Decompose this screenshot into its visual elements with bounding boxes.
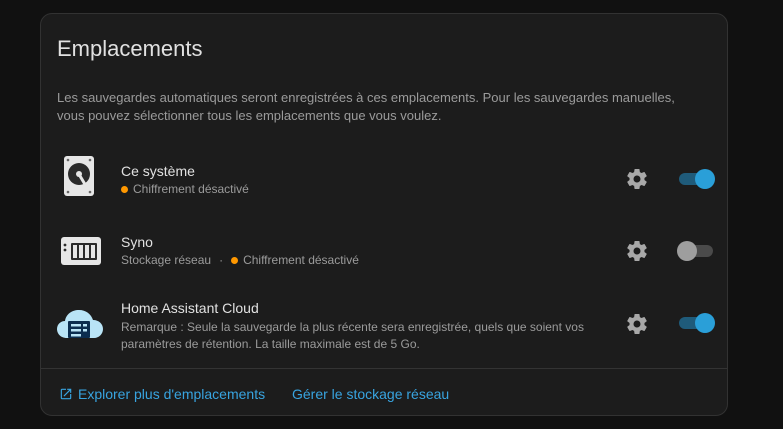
location-name: Syno xyxy=(121,234,153,250)
location-note: Remarque : Seule la sauvegarde la plus r… xyxy=(121,319,584,353)
location-row-this-system: Ce système Chiffrement désactivé xyxy=(41,154,727,204)
manage-network-storage-link[interactable]: Gérer le stockage réseau xyxy=(292,386,449,402)
hard-disk-icon xyxy=(59,154,99,203)
encryption-status: Chiffrement désactivé xyxy=(133,182,249,196)
location-enabled-toggle[interactable] xyxy=(677,240,715,262)
explore-locations-label: Explorer plus d'emplacements xyxy=(78,386,266,402)
location-name: Home Assistant Cloud xyxy=(121,300,259,316)
note-line-1: Remarque : Seule la sauvegarde la plus r… xyxy=(121,320,584,334)
meta-separator: · xyxy=(219,253,224,267)
location-name: Ce système xyxy=(121,163,195,179)
cloud-icon xyxy=(55,306,105,347)
locations-card: Emplacements Les sauvegardes automatique… xyxy=(40,13,728,416)
gear-icon xyxy=(627,169,647,189)
explore-locations-link[interactable]: Explorer plus d'emplacements xyxy=(59,386,265,402)
location-enabled-toggle[interactable] xyxy=(677,312,715,334)
location-row-ha-cloud: Home Assistant Cloud Remarque : Seule la… xyxy=(41,298,727,358)
location-type: Stockage réseau xyxy=(121,253,212,267)
location-status: Stockage réseau · Chiffrement désactivé xyxy=(121,252,359,269)
location-status: Chiffrement désactivé xyxy=(121,181,249,198)
warning-dot-icon xyxy=(121,186,128,193)
settings-gear-button[interactable] xyxy=(625,239,649,263)
note-line-2: paramètres de rétention. La taille maxim… xyxy=(121,337,420,351)
toggle-knob xyxy=(695,169,715,189)
toggle-knob xyxy=(695,313,715,333)
toggle-knob xyxy=(677,241,697,261)
section-description: Les sauvegardes automatiques seront enre… xyxy=(57,90,675,123)
section-title: Emplacements xyxy=(57,36,203,61)
settings-gear-button[interactable] xyxy=(625,312,649,336)
location-enabled-toggle[interactable] xyxy=(677,168,715,190)
settings-gear-button[interactable] xyxy=(625,167,649,191)
location-row-syno: Syno Stockage réseau · Chiffrement désacti… xyxy=(41,229,727,279)
gear-icon xyxy=(627,314,647,334)
encryption-status: Chiffrement désactivé xyxy=(243,253,359,267)
nas-icon xyxy=(59,231,103,272)
warning-dot-icon xyxy=(231,257,239,264)
external-link-icon xyxy=(60,388,72,400)
footer-divider xyxy=(41,368,727,369)
gear-icon xyxy=(627,241,647,261)
manage-network-storage-label: Gérer le stockage réseau xyxy=(292,386,450,402)
